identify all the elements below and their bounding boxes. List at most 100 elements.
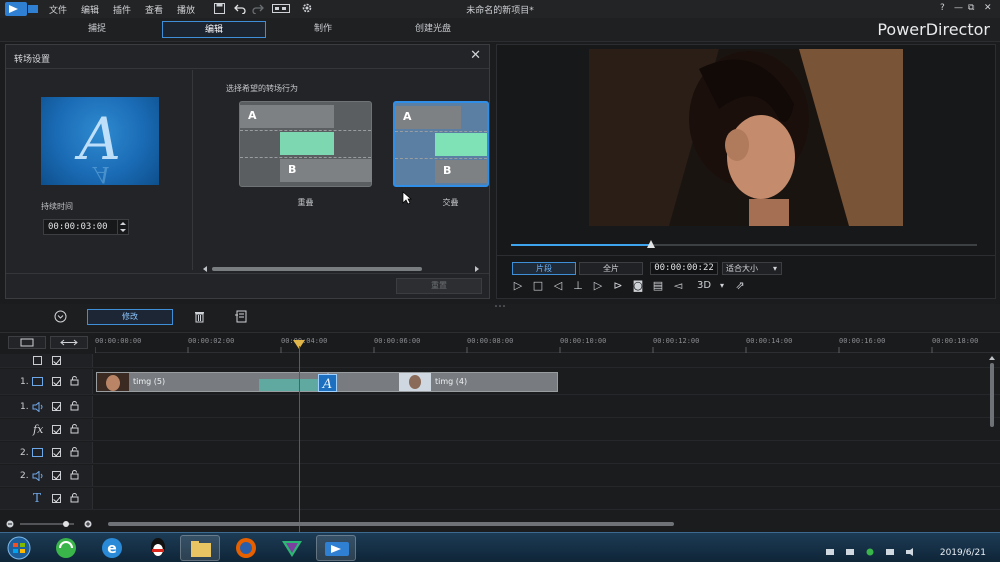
media-app-icon[interactable] xyxy=(272,535,312,561)
track-enable-checkbox[interactable] xyxy=(52,425,61,434)
video-track-2: 2. xyxy=(0,442,1000,464)
title-track-icon: T xyxy=(33,491,42,505)
lock-icon[interactable] xyxy=(70,401,79,411)
ie-browser-icon[interactable]: e xyxy=(92,535,132,561)
duration-input[interactable]: 00:00:03:00 xyxy=(43,219,129,235)
expand-toggle-icon[interactable] xyxy=(54,310,67,323)
storyboard-view-button[interactable] xyxy=(8,336,46,349)
split-icon[interactable]: ⊥ xyxy=(571,279,585,293)
option-cross[interactable]: A B xyxy=(393,101,489,187)
next-frame-icon[interactable]: ▷ xyxy=(591,279,605,293)
close-icon[interactable]: ✕ xyxy=(470,48,481,63)
lock-icon[interactable] xyxy=(70,470,79,480)
menu-file[interactable]: 文件 xyxy=(49,3,67,16)
panel-title: 转场设置 xyxy=(14,55,51,65)
tab-produce[interactable]: 制作 xyxy=(271,21,375,38)
tick-label: 00:00:16:00 xyxy=(839,337,886,345)
reset-button[interactable]: 重置 xyxy=(396,278,482,294)
file-explorer-icon[interactable] xyxy=(180,535,220,561)
redo-icon[interactable] xyxy=(252,3,264,14)
edit-list-icon[interactable] xyxy=(235,310,247,323)
scrollbar-thumb[interactable] xyxy=(108,522,674,526)
modify-button[interactable]: 修改 xyxy=(87,309,173,325)
track-enable-checkbox[interactable] xyxy=(52,448,61,457)
lock-icon[interactable] xyxy=(70,493,79,503)
enable-all-checkbox[interactable] xyxy=(52,356,61,365)
audio-track-1: 1. xyxy=(0,396,1000,418)
transition-bar xyxy=(435,133,487,156)
save-icon[interactable] xyxy=(214,3,225,14)
tab-capture[interactable]: 捕捉 xyxy=(45,21,149,38)
menu-edit[interactable]: 编辑 xyxy=(81,3,99,16)
tab-create-disc[interactable]: 创建光盘 xyxy=(381,21,485,38)
video-track-icon xyxy=(32,448,43,457)
duration-spinner[interactable] xyxy=(117,220,128,234)
transition-behavior-label: 选择希望的转场行为 xyxy=(226,84,298,93)
tray-icons[interactable] xyxy=(824,547,924,557)
subtitle-icon[interactable]: ▤ xyxy=(651,279,665,293)
snapshot-camera-icon[interactable]: ◙ xyxy=(631,279,645,293)
aspect-ratio-icon[interactable] xyxy=(272,3,290,14)
movie-mode-button[interactable]: 全片 xyxy=(579,262,643,275)
lock-icon[interactable] xyxy=(70,424,79,434)
scrollbar-thumb[interactable] xyxy=(212,267,422,271)
trash-icon[interactable] xyxy=(194,310,205,323)
qq-icon[interactable] xyxy=(138,535,178,561)
fast-forward-icon[interactable]: ⊳ xyxy=(611,279,625,293)
play-icon[interactable]: ▷ xyxy=(511,279,525,293)
volume-icon[interactable]: ◅ xyxy=(671,279,685,293)
undock-preview-icon[interactable]: ⇗ xyxy=(733,279,747,293)
chevron-down-icon[interactable]: ▾ xyxy=(715,279,729,293)
preview-seekbar[interactable] xyxy=(511,244,977,246)
fit-size-select[interactable]: 适合大小 ▾ xyxy=(722,262,782,275)
undo-icon[interactable] xyxy=(234,3,246,14)
title-track: T xyxy=(0,488,1000,510)
lock-icon[interactable] xyxy=(70,447,79,457)
powerdirector-icon[interactable] xyxy=(316,535,356,561)
previous-frame-icon[interactable]: ◁ xyxy=(551,279,565,293)
minimize-button[interactable]: — xyxy=(954,3,963,13)
select-all-checkbox[interactable] xyxy=(33,356,42,365)
splitter-handle[interactable] xyxy=(494,304,506,308)
svg-text:e: e xyxy=(107,541,117,557)
audio-track-icon xyxy=(32,471,44,481)
clip-mode-button[interactable]: 片段 xyxy=(512,262,576,275)
seek-handle[interactable] xyxy=(646,240,655,248)
track-enable-checkbox[interactable] xyxy=(52,471,61,480)
stop-icon[interactable]: □ xyxy=(531,279,545,293)
tick-label: 00:00:14:00 xyxy=(746,337,793,345)
timeline-vertical-scrollbar[interactable] xyxy=(988,355,996,519)
menu-view[interactable]: 查看 xyxy=(145,3,163,16)
fit-timeline-button[interactable] xyxy=(50,336,88,349)
preview-timecode[interactable]: 00:00:00:22 xyxy=(650,262,718,275)
track-enable-checkbox[interactable] xyxy=(52,494,61,503)
zoom-slider[interactable] xyxy=(6,520,96,528)
track-head: T xyxy=(0,488,93,509)
menu-plugins[interactable]: 插件 xyxy=(113,3,131,16)
option-overlap[interactable]: A B xyxy=(239,101,372,187)
video-clip[interactable]: timg (4) xyxy=(259,372,558,392)
settings-gear-icon[interactable] xyxy=(301,2,313,14)
start-orb-icon[interactable] xyxy=(2,535,36,561)
options-scrollbar[interactable] xyxy=(202,265,480,273)
track-enable-checkbox[interactable] xyxy=(52,402,61,411)
timeline-ruler[interactable]: 00:00:00:00 00:00:02:00 00:00:04:00 00:0… xyxy=(95,333,1000,353)
restore-button[interactable]: ⧉ xyxy=(968,3,974,13)
3d-mode-button[interactable]: 3D xyxy=(693,279,715,293)
track-enable-checkbox[interactable] xyxy=(52,377,61,386)
close-window-button[interactable]: ✕ xyxy=(984,3,992,13)
lock-icon[interactable] xyxy=(70,376,79,386)
timeline-horizontal-scrollbar[interactable] xyxy=(105,521,988,527)
360-browser-icon[interactable] xyxy=(46,535,86,561)
tick-label: 00:00:18:00 xyxy=(932,337,979,345)
help-button[interactable]: ? xyxy=(940,3,945,13)
firefox-icon[interactable] xyxy=(226,535,266,561)
clip-label: timg (5) xyxy=(133,377,166,386)
transition-clip-icon[interactable]: A xyxy=(318,374,337,392)
mouse-cursor-icon xyxy=(402,191,412,205)
menu-play[interactable]: 播放 xyxy=(177,3,195,16)
clip-label: timg (4) xyxy=(435,377,468,386)
tab-edit[interactable]: 编辑 xyxy=(162,21,266,38)
track-b-bar: B xyxy=(280,159,372,182)
tick-label: 00:00:10:00 xyxy=(560,337,607,345)
